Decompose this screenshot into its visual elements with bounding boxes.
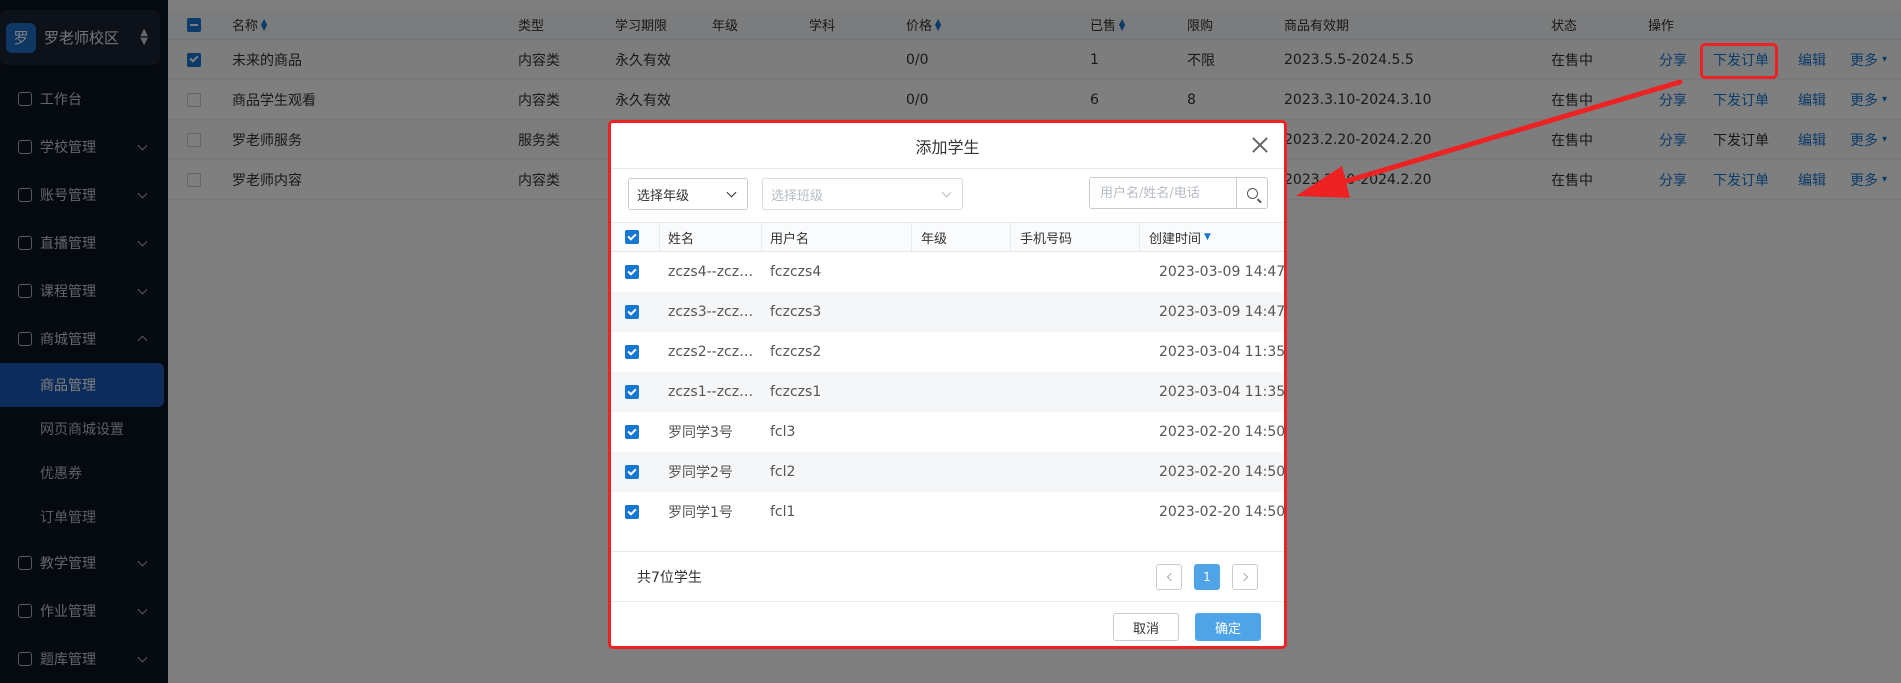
cell-created: 2023-02-20 14:50 <box>1159 464 1286 480</box>
student-total: 共7位学生 <box>637 570 702 586</box>
table-row[interactable]: zczs1--zcz… fczczs1 2023-03-04 11:35 <box>611 372 1286 412</box>
table-row[interactable]: 罗同学2号 fcl2 2023-02-20 14:50 <box>611 452 1286 492</box>
modal-footer: 取消 确定 <box>611 601 1284 649</box>
cell-username: fcl1 <box>770 504 796 520</box>
cell-created: 2023-02-20 14:50 <box>1159 424 1286 440</box>
search-icon <box>1246 187 1258 199</box>
search-input[interactable] <box>1089 177 1237 209</box>
cell-username: fczczs4 <box>770 264 822 280</box>
class-select-value: 选择班级 <box>771 188 824 204</box>
header-student-name: 姓名 <box>668 231 695 247</box>
cell-student-name: 罗同学3号 <box>668 425 733 441</box>
close-icon[interactable] <box>1250 135 1270 155</box>
chevron-right-icon <box>1239 572 1248 582</box>
chevron-left-icon <box>1166 572 1175 582</box>
cell-student-name: zczs3--zcz… <box>668 304 754 320</box>
students-table: 姓名 用户名 年级 手机号码 创建时间 ▼ zczs4--zcz… fczczs4… <box>611 222 1286 532</box>
modal-pagination-bar: 共7位学生 1 <box>611 551 1284 601</box>
class-select[interactable]: 选择班级 <box>762 178 963 210</box>
row-checkbox[interactable] <box>625 265 639 279</box>
grade-select[interactable]: 选择年级 <box>628 178 748 210</box>
add-student-modal: 添加学生 选择年级 选择班级 姓名 用户名 年级 手机号码 创建时间▼ <box>608 120 1287 649</box>
row-checkbox[interactable] <box>625 345 639 359</box>
row-checkbox[interactable] <box>625 305 639 319</box>
header-grade: 年级 <box>921 231 948 247</box>
header-label: 创建时间 <box>1149 231 1202 247</box>
table-row[interactable]: zczs3--zcz… fczczs3 2023-03-09 14:47 <box>611 292 1286 332</box>
row-checkbox[interactable] <box>625 425 639 439</box>
students-table-body: zczs4--zcz… fczczs4 2023-03-09 14:47 zcz… <box>611 252 1286 532</box>
table-row[interactable]: zczs2--zcz… fczczs2 2023-03-04 11:35 <box>611 332 1286 372</box>
header-created[interactable]: 创建时间 ▼ <box>1149 223 1211 251</box>
grade-select-value: 选择年级 <box>637 188 690 204</box>
students-table-header: 姓名 用户名 年级 手机号码 创建时间 ▼ <box>611 222 1284 252</box>
prev-page-button[interactable] <box>1156 564 1182 590</box>
header-phone: 手机号码 <box>1020 231 1073 247</box>
confirm-button[interactable]: 确定 <box>1195 613 1261 641</box>
cell-student-name: zczs4--zcz… <box>668 264 754 280</box>
page-number-button[interactable]: 1 <box>1194 564 1220 590</box>
cell-student-name: zczs1--zcz… <box>668 384 754 400</box>
chevron-down-icon <box>941 187 952 198</box>
cell-username: fczczs3 <box>770 304 822 320</box>
annotation-highlight-box <box>1700 43 1778 79</box>
select-all-students-checkbox[interactable] <box>625 230 639 244</box>
row-checkbox[interactable] <box>625 385 639 399</box>
cell-username: fcl3 <box>770 424 796 440</box>
table-row[interactable]: 罗同学1号 fcl1 2023-02-20 14:50 <box>611 492 1286 532</box>
row-checkbox[interactable] <box>625 505 639 519</box>
next-page-button[interactable] <box>1232 564 1258 590</box>
cell-created: 2023-02-20 14:50 <box>1159 504 1286 520</box>
cell-created: 2023-03-04 11:35 <box>1159 384 1286 400</box>
cell-created: 2023-03-04 11:35 <box>1159 344 1286 360</box>
cell-username: fczczs2 <box>770 344 822 360</box>
search-button[interactable] <box>1236 177 1268 209</box>
row-checkbox[interactable] <box>625 465 639 479</box>
modal-title: 添加学生 <box>611 123 1284 169</box>
cell-username: fczczs1 <box>770 384 822 400</box>
sort-desc-icon: ▼ <box>1204 232 1211 242</box>
header-username: 用户名 <box>770 231 810 247</box>
modal-filters: 选择年级 选择班级 <box>611 169 1284 219</box>
cell-student-name: 罗同学1号 <box>668 505 733 521</box>
chevron-down-icon <box>726 187 737 198</box>
cell-username: fcl2 <box>770 464 796 480</box>
cell-created: 2023-03-09 14:47 <box>1159 304 1286 320</box>
cancel-button[interactable]: 取消 <box>1113 613 1179 641</box>
cell-student-name: 罗同学2号 <box>668 465 733 481</box>
table-row[interactable]: 罗同学3号 fcl3 2023-02-20 14:50 <box>611 412 1286 452</box>
cell-student-name: zczs2--zcz… <box>668 344 754 360</box>
table-row[interactable]: zczs4--zcz… fczczs4 2023-03-09 14:47 <box>611 252 1286 292</box>
cell-created: 2023-03-09 14:47 <box>1159 264 1286 280</box>
